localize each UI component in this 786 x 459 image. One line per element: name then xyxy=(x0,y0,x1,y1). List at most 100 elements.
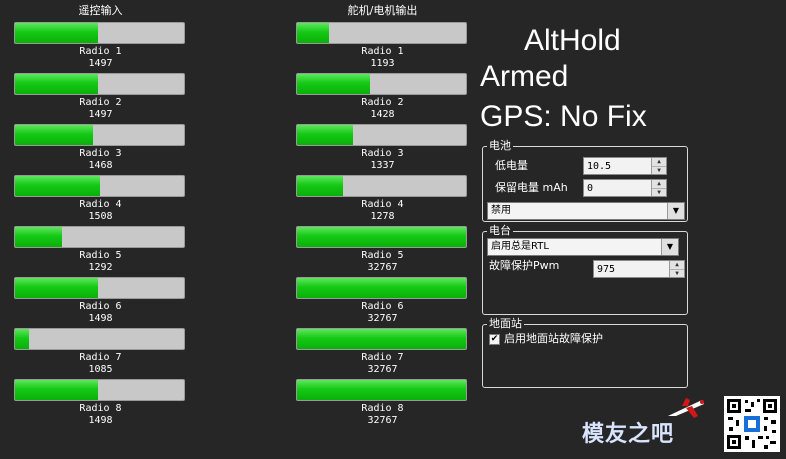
servo-output-channel-1: Radio 1 1193 xyxy=(296,22,469,70)
servo-output-channel-label: Radio 7 xyxy=(361,352,404,363)
radio-input-channel-bar xyxy=(14,175,185,197)
radio-input-channel-value: 1498 xyxy=(88,415,113,426)
chevron-down-icon[interactable]: ▼ xyxy=(661,239,678,255)
radio-action-value: 启用总是RTL xyxy=(491,241,549,252)
qr-code-icon xyxy=(727,399,777,449)
radio-input-channel-bar-fill xyxy=(15,23,98,43)
servo-output-channel-value: 1428 xyxy=(370,109,395,120)
radio-input-channel-value: 1497 xyxy=(88,58,113,69)
servo-output-channel-label: Radio 1 xyxy=(361,46,404,57)
radio-input-channel-label: Radio 6 xyxy=(79,301,122,312)
radio-input-channel-bar-fill xyxy=(15,329,29,349)
failsafe-pwm-label: 故障保护Pwm xyxy=(489,259,560,272)
radio-input-channel-bar-fill xyxy=(15,227,62,247)
spin-up-icon[interactable]: ▲ xyxy=(652,158,666,166)
spin-down-icon[interactable]: ▼ xyxy=(652,188,666,196)
flight-mode-text: AltHold xyxy=(524,24,621,57)
low-voltage-spin-buttons: ▲ ▼ xyxy=(651,158,666,174)
servo-output-channel-bar xyxy=(296,379,467,401)
spin-down-icon[interactable]: ▼ xyxy=(652,166,666,174)
battery-group: 电池 低电量 ▲ ▼ 保留电量 mAh ▲ ▼ 禁用 ▼ xyxy=(482,139,688,222)
servo-output-title: 舵机/电机输出 xyxy=(347,4,418,17)
radio-input-channel-6: Radio 6 1498 xyxy=(14,277,187,325)
servo-output-channel-bar-fill xyxy=(297,23,329,43)
servo-output-channel-bar-fill xyxy=(297,329,466,349)
servo-output-channel-value: 1193 xyxy=(370,58,395,69)
radio-failsafe-group: 电台 启用总是RTL ▼ 故障保护Pwm ▲ ▼ xyxy=(482,224,688,315)
watermark-text: 模友之吧 xyxy=(582,416,674,448)
gcs-group-title: 地面站 xyxy=(487,317,524,331)
radio-input-channel-bar-fill xyxy=(15,74,98,94)
radio-input-channel-label: Radio 2 xyxy=(79,97,122,108)
servo-output-channel-6: Radio 6 32767 xyxy=(296,277,469,325)
radio-input-channel-label: Radio 7 xyxy=(79,352,122,363)
servo-output-channel-4: Radio 4 1278 xyxy=(296,175,469,223)
battery-group-title: 电池 xyxy=(487,139,513,153)
servo-output-channel-bar xyxy=(296,175,467,197)
failsafe-pwm-input[interactable] xyxy=(594,261,668,277)
radio-input-channel-bar xyxy=(14,124,185,146)
failsafe-pwm-spin-buttons: ▲ ▼ xyxy=(669,261,684,277)
servo-output-channel-bar xyxy=(296,73,467,95)
servo-output-channel-3: Radio 3 1337 xyxy=(296,124,469,172)
failsafe-pwm-spinner[interactable]: ▲ ▼ xyxy=(593,260,685,278)
spin-down-icon[interactable]: ▼ xyxy=(670,269,684,277)
gcs-failsafe-checkbox[interactable]: ✔ xyxy=(489,334,500,345)
radio-input-channel-bar-fill xyxy=(15,380,98,400)
reserve-mah-spinner[interactable]: ▲ ▼ xyxy=(583,179,667,197)
radio-input-channel-label: Radio 1 xyxy=(79,46,122,57)
radio-input-title: 遥控输入 xyxy=(78,4,123,17)
radio-input-channel-value: 1497 xyxy=(88,109,113,120)
servo-output-channel-value: 32767 xyxy=(367,262,398,273)
radio-input-channel-label: Radio 3 xyxy=(79,148,122,159)
radio-action-select[interactable]: 启用总是RTL ▼ xyxy=(487,238,679,256)
qr-code-image xyxy=(724,396,780,452)
servo-output-channel-bar xyxy=(296,124,467,146)
servo-output-panel: 舵机/电机输出 Radio 1 1193 Radio 2 1428 Radio 3 133… xyxy=(296,4,469,426)
radio-input-channel-1: Radio 1 1497 xyxy=(14,22,187,70)
servo-output-channel-bar-fill xyxy=(297,278,466,298)
chevron-down-icon[interactable]: ▼ xyxy=(667,203,684,219)
servo-output-channel-value: 1337 xyxy=(370,160,395,171)
radio-input-channel-label: Radio 8 xyxy=(79,403,122,414)
battery-action-select[interactable]: 禁用 ▼ xyxy=(487,202,685,220)
radio-input-channel-bar xyxy=(14,379,185,401)
armed-status-text: Armed xyxy=(480,60,569,93)
servo-output-channel-label: Radio 5 xyxy=(361,250,404,261)
servo-output-channel-bar-fill xyxy=(297,227,466,247)
radio-input-channel-bar-fill xyxy=(15,176,100,196)
servo-output-channel-7: Radio 7 32767 xyxy=(296,328,469,376)
radio-input-channel-value: 1498 xyxy=(88,313,113,324)
radio-input-channel-4: Radio 4 1508 xyxy=(14,175,187,223)
radio-input-channel-value: 1468 xyxy=(88,160,113,171)
low-voltage-spinner[interactable]: ▲ ▼ xyxy=(583,157,667,175)
servo-output-channel-value: 32767 xyxy=(367,364,398,375)
servo-output-channel-bar-fill xyxy=(297,380,466,400)
servo-output-channel-label: Radio 2 xyxy=(361,97,404,108)
radio-input-channel-7: Radio 7 1085 xyxy=(14,328,187,376)
reserve-mah-label: 保留电量 mAh xyxy=(495,181,568,194)
spin-up-icon[interactable]: ▲ xyxy=(670,261,684,269)
servo-output-channel-bar-fill xyxy=(297,74,370,94)
spin-up-icon[interactable]: ▲ xyxy=(652,180,666,188)
radio-input-channel-label: Radio 5 xyxy=(79,250,122,261)
radio-input-channel-value: 1292 xyxy=(88,262,113,273)
servo-output-channel-5: Radio 5 32767 xyxy=(296,226,469,274)
radio-input-channel-bar xyxy=(14,277,185,299)
servo-output-channel-bar xyxy=(296,226,467,248)
servo-output-channel-bar xyxy=(296,277,467,299)
low-voltage-input[interactable] xyxy=(584,158,650,174)
servo-output-channel-value: 1278 xyxy=(370,211,395,222)
radio-input-channel-bar xyxy=(14,328,185,350)
radio-input-channel-value: 1508 xyxy=(88,211,113,222)
servo-output-channel-value: 32767 xyxy=(367,313,398,324)
radio-input-channel-bar xyxy=(14,22,185,44)
radio-input-channel-bar-fill xyxy=(15,125,93,145)
radio-group-title: 电台 xyxy=(487,224,513,238)
reserve-mah-input[interactable] xyxy=(584,180,650,196)
servo-output-channel-label: Radio 6 xyxy=(361,301,404,312)
radio-input-channel-label: Radio 4 xyxy=(79,199,122,210)
radio-input-channel-5: Radio 5 1292 xyxy=(14,226,187,274)
servo-output-channel-2: Radio 2 1428 xyxy=(296,73,469,121)
battery-action-value: 禁用 xyxy=(491,205,511,216)
